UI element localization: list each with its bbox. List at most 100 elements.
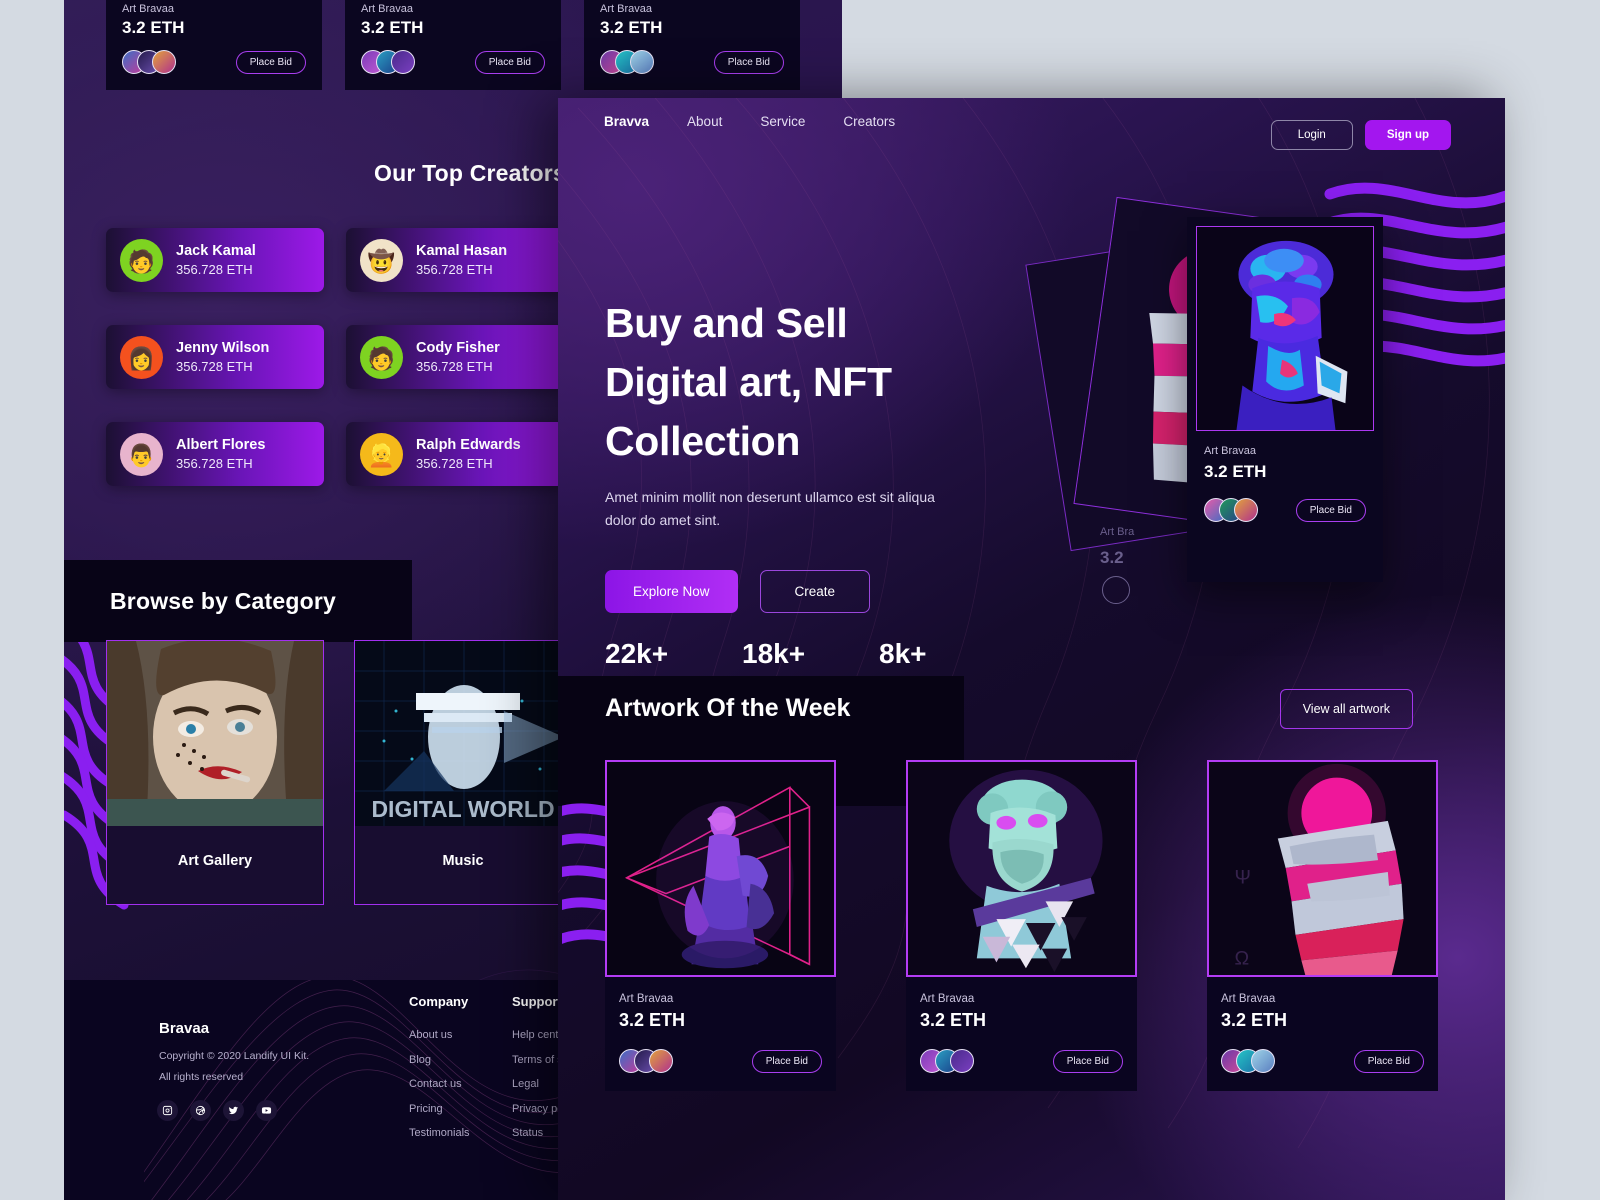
avatar	[1102, 576, 1130, 604]
nft-card[interactable]: Art Bravaa 3.2 ETH Place Bid	[345, 0, 561, 90]
place-bid-button[interactable]: Place Bid	[751, 1049, 822, 1073]
footer-link[interactable]: Testimonials	[409, 1127, 470, 1139]
nft-card-title: Art Bravaa	[1221, 993, 1276, 1005]
creator-balance: 356.728 ETH	[416, 359, 493, 374]
footer-copyright: Copyright © 2020 Landify UI Kit. All rig…	[159, 1046, 309, 1088]
instagram-icon[interactable]	[157, 1100, 178, 1121]
creator-name: Jenny Wilson	[176, 340, 270, 356]
nav-item-service[interactable]: Service	[760, 114, 805, 129]
avatar	[152, 50, 176, 74]
hero-nft-card[interactable]: Art Bravaa 3.2 ETH Place Bid	[1187, 217, 1383, 582]
avatar-stack	[619, 1049, 673, 1073]
footer-brand: Bravaa	[159, 1020, 210, 1037]
nft-card-price: 3.2 ETH	[619, 1010, 686, 1030]
view-all-artwork-button[interactable]: View all artwork	[1279, 689, 1413, 729]
nft-card[interactable]: Art Bravaa 3.2 ETH Place Bid	[106, 0, 322, 90]
place-bid-button[interactable]: Place Bid	[1295, 498, 1366, 522]
creator-card[interactable]: 🧑 Cody Fisher 356.728 ETH	[346, 325, 564, 389]
footer-rights-line: All rights reserved	[159, 1071, 244, 1083]
signup-button[interactable]: Sign up	[1364, 120, 1451, 150]
nav-item-creators[interactable]: Creators	[843, 114, 895, 129]
place-bid-button[interactable]: Place Bid	[713, 50, 784, 74]
footer-link[interactable]: Pricing	[409, 1103, 470, 1115]
avatar	[630, 50, 654, 74]
footer-column-company: Company About us Blog Contact us Pricing…	[409, 994, 470, 1152]
creator-card[interactable]: 🤠 Kamal Hasan 356.728 ETH	[346, 228, 564, 292]
hero-artwork-stack: Art Bra 3.2 Art Bravaa 3.2 ETH Place Bid	[1025, 158, 1505, 628]
hero-cta-group: Explore Now Create	[605, 570, 871, 613]
avatar	[950, 1049, 974, 1073]
nft-card-price: 3.2 ETH	[1204, 462, 1267, 481]
avatar	[1234, 498, 1258, 522]
creator-card[interactable]: 👨 Albert Flores 356.728 ETH	[106, 422, 324, 486]
nft-artwork-image	[906, 760, 1137, 977]
nft-card-title: Art Bravaa	[619, 993, 674, 1005]
hero-title-line: Collection	[605, 418, 801, 464]
top-navigation: Bravva About Service Creators	[604, 114, 895, 129]
hero-title-line: Buy and Sell	[605, 300, 848, 346]
creator-card[interactable]: 🧑 Jack Kamal 356.728 ETH	[106, 228, 324, 292]
avatar-stack	[1221, 1049, 1275, 1073]
nft-card-price: 3.2 ETH	[361, 18, 424, 37]
category-card-art-gallery[interactable]: Art Gallery	[106, 640, 324, 905]
creator-card[interactable]: 👩 Jenny Wilson 356.728 ETH	[106, 325, 324, 389]
place-bid-button[interactable]: Place Bid	[1353, 1049, 1424, 1073]
avatar	[1251, 1049, 1275, 1073]
nft-card[interactable]: Art Bravaa 3.2 ETH Place Bid	[584, 0, 800, 90]
stat-value: 18k+	[742, 638, 806, 669]
stat-value: 8k+	[879, 638, 927, 669]
login-button[interactable]: Login	[1270, 120, 1353, 150]
creator-balance: 356.728 ETH	[176, 359, 253, 374]
hero-subtitle: Amet minim mollit non deserunt ullamco e…	[605, 489, 935, 528]
avatar-stack	[920, 1049, 974, 1073]
category-grid: Art Gallery DIGITAL WORLD Music	[106, 640, 572, 905]
footer-link[interactable]: Contact us	[409, 1078, 470, 1090]
nft-artwork-image: Ψ Ω	[1207, 760, 1438, 977]
foreground-landing-page: Bravva About Service Creators Login Sign…	[558, 98, 1505, 1200]
place-bid-button[interactable]: Place Bid	[235, 50, 306, 74]
top-nft-card-row: Art Bravaa 3.2 ETH Place Bid Art Bravaa …	[106, 0, 800, 90]
create-button[interactable]: Create	[759, 570, 871, 613]
place-bid-button[interactable]: Place Bid	[474, 50, 545, 74]
nft-card[interactable]: Art Bravaa 3.2 ETH Place Bid	[605, 760, 836, 1091]
creators-grid: 🧑 Jack Kamal 356.728 ETH 🤠 Kamal Hasan 3…	[106, 228, 564, 486]
nft-card-title: Art Bravaa	[122, 3, 174, 15]
dribbble-icon[interactable]	[190, 1100, 211, 1121]
artwork-of-the-week-heading: Artwork Of the Week	[605, 694, 851, 722]
hero-title: Buy and Sell Digital art, NFT Collection	[605, 294, 892, 471]
brand-logo[interactable]: Bravva	[604, 114, 649, 129]
category-card-music[interactable]: DIGITAL WORLD Music	[354, 640, 572, 905]
svg-text:DIGITAL WORLD: DIGITAL WORLD	[371, 796, 554, 822]
footer-link[interactable]: Blog	[409, 1054, 470, 1066]
creator-name: Kamal Hasan	[416, 243, 508, 259]
footer-link[interactable]: About us	[409, 1029, 470, 1041]
stat-value: 22k+	[605, 638, 669, 669]
avatar: 👩	[120, 335, 163, 379]
youtube-icon[interactable]	[256, 1100, 277, 1121]
creator-name: Ralph Edwards	[416, 437, 521, 453]
category-thumbnail: DIGITAL WORLD	[355, 641, 571, 826]
nav-item-about[interactable]: About	[687, 114, 722, 129]
creator-balance: 356.728 ETH	[176, 262, 253, 277]
creator-card[interactable]: 👱 Ralph Edwards 356.728 ETH	[346, 422, 564, 486]
svg-text:Ω: Ω	[1235, 947, 1250, 969]
explore-now-button[interactable]: Explore Now	[605, 570, 738, 613]
svg-text:Ψ: Ψ	[1235, 867, 1251, 889]
nft-card[interactable]: Art Bravaa 3.2 ETH Place Bid	[906, 760, 1137, 1091]
creator-name: Jack Kamal	[176, 243, 256, 259]
nft-card[interactable]: Ψ Ω Art Bravaa 3.2 ETH Place Bid	[1207, 760, 1438, 1091]
place-bid-button[interactable]: Place Bid	[1052, 1049, 1123, 1073]
nft-card-price: 3.2 ETH	[122, 18, 185, 37]
twitter-icon[interactable]	[223, 1100, 244, 1121]
avatar: 🧑	[120, 238, 163, 282]
avatar-stack	[361, 50, 415, 74]
browse-by-category-heading: Browse by Category	[110, 588, 336, 614]
nft-card-title-ghost: Art Bra	[1100, 526, 1135, 538]
avatar-stack	[122, 50, 176, 74]
category-label: Art Gallery	[177, 853, 253, 869]
nav-actions: Login Sign up	[1270, 120, 1451, 150]
nft-card-price-ghost: 3.2	[1100, 548, 1124, 567]
creator-balance: 356.728 ETH	[176, 456, 253, 471]
creator-balance: 356.728 ETH	[416, 456, 493, 471]
creator-name: Cody Fisher	[416, 340, 500, 356]
